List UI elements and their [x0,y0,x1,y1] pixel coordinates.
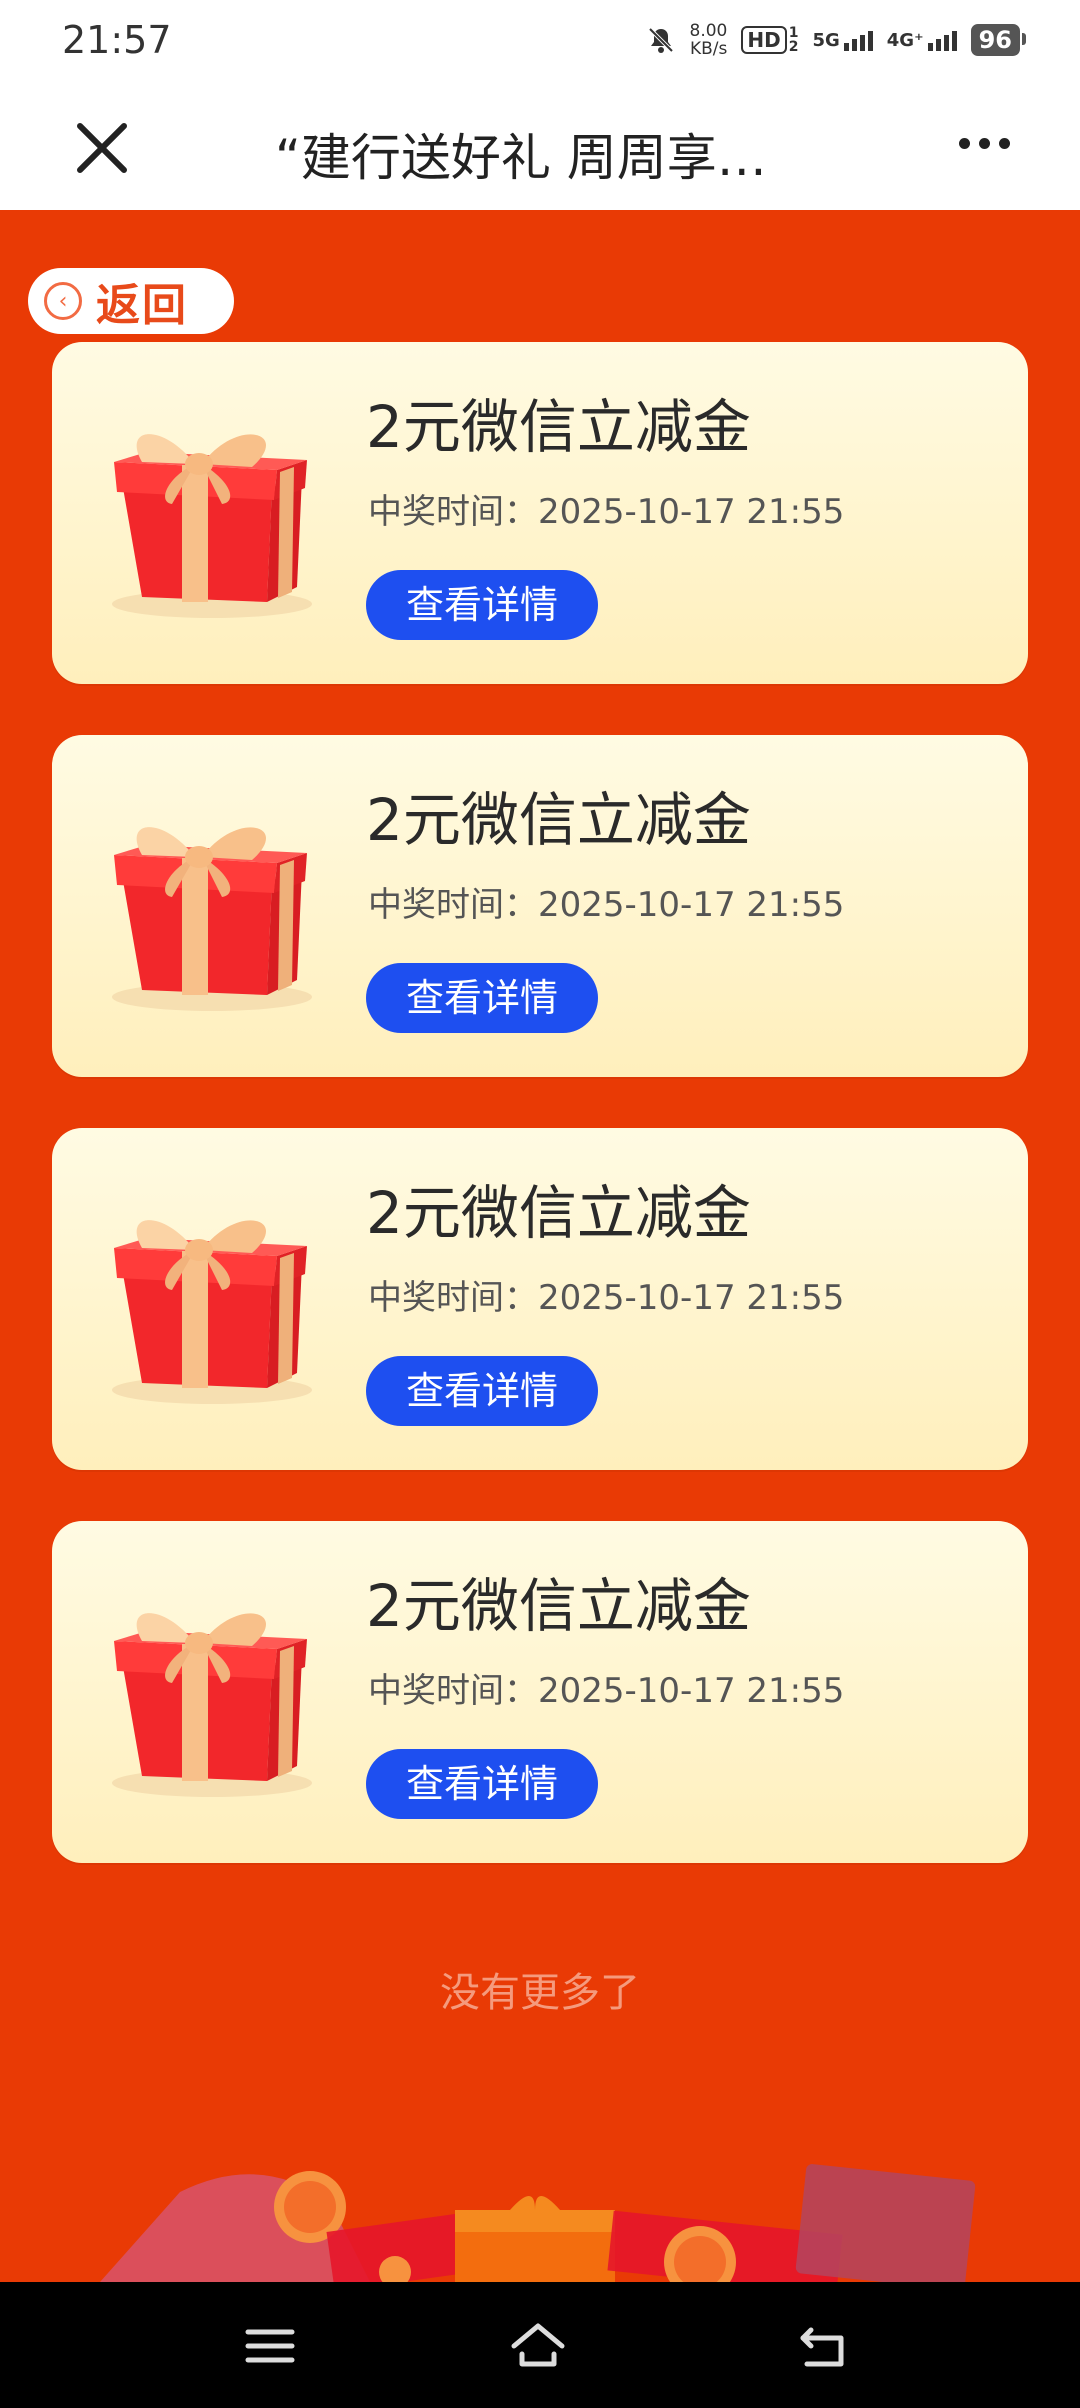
status-bar: 21:57 8.00 KB/s HD 1 2 5G 4G⁺ 96 [0,0,1080,88]
gift-box-icon [112,1220,312,1404]
back-label: 返回 [96,280,188,331]
win-time-label: 中奖时间： [368,492,538,532]
no-more-text: 没有更多了 [440,1970,640,2016]
bell-muted-icon [648,27,673,53]
prize-card: 2元微信立减金 中奖时间：2025-10-17 21:55 查看详情 [52,1521,1028,1863]
view-details-button[interactable]: 查看详情 [366,570,598,640]
win-time-value: 2025-10-17 21:55 [538,1671,845,1711]
home-icon[interactable] [510,2318,566,2374]
win-time-label: 中奖时间： [368,1671,538,1711]
main-content: ‹ 返回 2元微信立减金 中奖时间：2025-10-17 21:55 查看详情 [0,210,1080,2282]
gift-box-icon [112,827,312,1011]
prize-card: 2元微信立减金 中奖时间：2025-10-17 21:55 查看详情 [52,342,1028,684]
prize-card: 2元微信立减金 中奖时间：2025-10-17 21:55 查看详情 [52,1128,1028,1470]
net-5g-label: 5G [812,29,840,51]
back-nav-icon[interactable] [797,2318,853,2374]
system-navigation-bar [0,2282,1080,2408]
prize-name: 2元微信立减金 [366,393,751,461]
view-details-button[interactable]: 查看详情 [366,963,598,1033]
top-nav-bar: “建行送好礼 周周享… [0,88,1080,210]
hd-sub-top: 1 [788,25,799,41]
chevron-left-icon: ‹ [44,282,82,320]
win-time: 中奖时间：2025-10-17 21:55 [368,1270,844,1319]
net-4g-label: 4G⁺ [886,29,924,51]
speed-value: 8.00 [689,21,728,41]
win-time-value: 2025-10-17 21:55 [538,885,845,925]
prize-name: 2元微信立减金 [366,1572,751,1640]
signal-4g-icon: 4G⁺ [887,30,957,51]
win-time: 中奖时间：2025-10-17 21:55 [368,877,844,926]
status-time: 21:57 [62,18,172,62]
view-details-button[interactable]: 查看详情 [366,1749,598,1819]
speed-unit: KB/s [689,39,728,59]
win-time-label: 中奖时间： [368,885,538,925]
win-time: 中奖时间：2025-10-17 21:55 [368,1663,844,1712]
win-time: 中奖时间：2025-10-17 21:55 [368,484,844,533]
close-icon[interactable] [70,116,134,180]
gift-box-icon [112,1613,312,1797]
prize-card: 2元微信立减金 中奖时间：2025-10-17 21:55 查看详情 [52,735,1028,1077]
menu-icon[interactable] [242,2318,298,2374]
more-options-icon[interactable] [959,138,1010,149]
win-time-label: 中奖时间： [368,1278,538,1318]
back-button[interactable]: ‹ 返回 [28,268,234,334]
prize-name: 2元微信立减金 [366,786,751,854]
page-title: “建行送好礼 周周享… [275,129,767,187]
hd-sub-bottom: 2 [788,39,799,55]
signal-5g-icon: 5G [812,29,873,51]
status-icons: 8.00 KB/s HD 1 2 5G 4G⁺ 96 [646,22,1027,58]
battery-icon: 96 [970,24,1027,56]
win-time-value: 2025-10-17 21:55 [538,1278,845,1318]
hd-icon: HD [741,26,787,54]
view-details-button[interactable]: 查看详情 [366,1356,598,1426]
network-speed: 8.00 KB/s [690,22,728,58]
gift-box-icon [112,434,312,618]
prize-name: 2元微信立减金 [366,1179,751,1247]
win-time-value: 2025-10-17 21:55 [538,492,845,532]
decorative-gifts-illustration [100,2164,976,2282]
